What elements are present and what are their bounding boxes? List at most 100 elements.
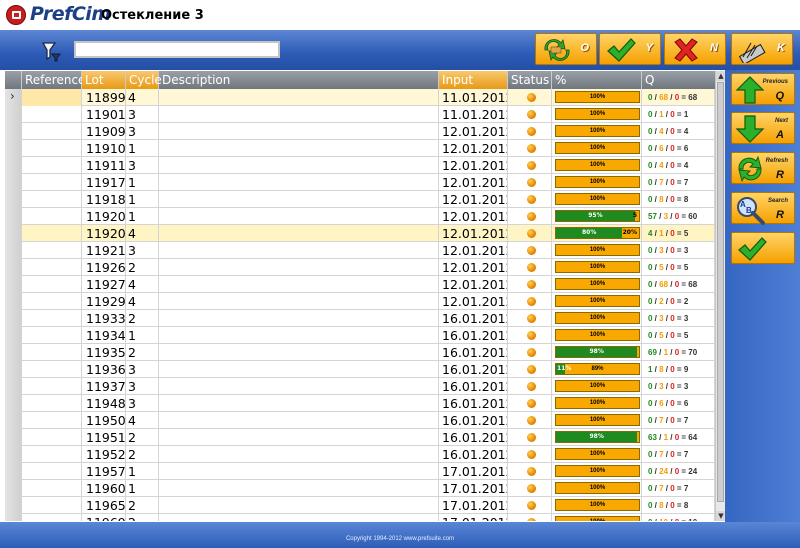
row-selector[interactable] xyxy=(5,191,22,208)
progress-label: 100% xyxy=(589,451,606,457)
table-row[interactable]: 11926 2 12.01.2012 100% 0 / 5 / 0 = 5 xyxy=(5,259,715,276)
table-row[interactable]: 11934 1 16.01.2012 100% 0 / 5 / 0 = 5 xyxy=(5,327,715,344)
table-row[interactable]: 11933 2 16.01.2012 100% 0 / 3 / 0 = 3 xyxy=(5,310,715,327)
cell-percent: 100% xyxy=(552,310,642,327)
q-total-count: 5 xyxy=(683,263,689,272)
row-selector[interactable] xyxy=(5,174,22,191)
cell-lot: 11936 xyxy=(82,361,126,378)
table-row[interactable]: 11965 2 17.01.2012 100% 0 / 8 / 0 = 8 xyxy=(5,497,715,514)
progress-label: 100% xyxy=(589,298,606,304)
cell-input-date: 12.01.2012 xyxy=(439,208,508,225)
table-row[interactable]: 11920 1 12.01.2012 95% 5 57 / 3 / 0 = 60 xyxy=(5,208,715,225)
column-header-q[interactable]: Q xyxy=(642,71,725,89)
column-header-lot[interactable]: Lot xyxy=(82,71,126,89)
column-header-percent[interactable]: % xyxy=(552,71,642,89)
status-dot-icon xyxy=(527,450,536,459)
table-row[interactable]: 119692 17.01.2012 100%0 / 10 / 0 = 10 xyxy=(5,514,715,521)
next-key: A xyxy=(776,129,784,141)
refresh-arrows-button[interactable]: O xyxy=(535,33,597,65)
q-equals: = xyxy=(674,127,684,136)
table-row[interactable]: 11960 1 17.01.2012 100% 0 / 7 / 0 = 7 xyxy=(5,480,715,497)
previous-label: Previous xyxy=(762,79,788,85)
cancel-button[interactable]: N xyxy=(664,33,726,65)
table-row[interactable]: 11935 2 16.01.2012 98% 69 / 1 / 0 = 70 xyxy=(5,344,715,361)
table-row[interactable]: 11952 2 16.01.2012 100% 0 / 7 / 0 = 7 xyxy=(5,446,715,463)
column-header-cycle[interactable]: Cycle xyxy=(126,71,162,89)
row-selector[interactable] xyxy=(5,310,22,327)
vertical-scrollbar[interactable]: ▲ ▼ xyxy=(715,71,726,521)
cell-reference xyxy=(22,293,82,310)
table-row[interactable]: 11927 4 12.01.2012 100% 0 / 68 / 0 = 68 xyxy=(5,276,715,293)
table-row[interactable]: 11911 3 12.01.2012 100% 0 / 4 / 0 = 4 xyxy=(5,157,715,174)
table-row[interactable]: 11950 4 16.01.2012 100% 0 / 7 / 0 = 7 xyxy=(5,412,715,429)
q-equals: = xyxy=(679,433,689,442)
row-selector[interactable] xyxy=(5,378,22,395)
row-selector[interactable] xyxy=(5,463,22,480)
status-dot-icon xyxy=(527,382,536,391)
cell-status xyxy=(508,191,552,208)
cell-description xyxy=(159,446,439,463)
row-selector[interactable] xyxy=(5,412,22,429)
progress-label: 100% xyxy=(589,196,606,202)
column-header-status[interactable]: Status xyxy=(508,71,552,89)
row-selector[interactable] xyxy=(5,361,22,378)
edit-button[interactable]: K xyxy=(731,33,793,65)
table-row[interactable]: 11929 4 12.01.2012 100% 0 / 2 / 0 = 2 xyxy=(5,293,715,310)
row-selector[interactable] xyxy=(5,497,22,514)
row-selector[interactable] xyxy=(5,395,22,412)
scroll-thumb[interactable] xyxy=(717,82,724,502)
table-row[interactable]: 11918 1 12.01.2012 100% 0 / 8 / 0 = 8 xyxy=(5,191,715,208)
row-selector[interactable] xyxy=(5,276,22,293)
row-selector[interactable] xyxy=(5,140,22,157)
table-row[interactable]: 11951 2 16.01.2012 98% 63 / 1 / 0 = 64 xyxy=(5,429,715,446)
table-row[interactable]: 11917 1 12.01.2012 100% 0 / 7 / 0 = 7 xyxy=(5,174,715,191)
filter-funnel-icon[interactable] xyxy=(40,40,64,62)
column-header-input[interactable]: Input xyxy=(439,71,508,89)
next-button[interactable]: Next A xyxy=(731,112,795,144)
search-button[interactable]: A B Search R xyxy=(731,192,795,225)
row-selector[interactable] xyxy=(5,293,22,310)
accept-button[interactable] xyxy=(731,232,795,264)
cell-lot: 11921 xyxy=(82,242,126,259)
table-row[interactable]: 11948 3 16.01.2012 100% 0 / 6 / 0 = 6 xyxy=(5,395,715,412)
row-selector[interactable] xyxy=(5,242,22,259)
table-row[interactable]: 11921 3 12.01.2012 100% 0 / 3 / 0 = 3 xyxy=(5,242,715,259)
progress-bar: 100% xyxy=(555,448,640,460)
row-selector[interactable] xyxy=(5,106,22,123)
row-selector[interactable] xyxy=(5,225,22,242)
cell-percent: 89% 11% xyxy=(552,361,642,378)
confirm-button[interactable]: Y xyxy=(599,33,661,65)
table-row[interactable]: 11901 3 11.01.2012 100% 0 / 1 / 0 = 1 xyxy=(5,106,715,123)
progress-label: 100% xyxy=(589,468,606,474)
table-row[interactable]: 11910 1 12.01.2012 100% 0 / 6 / 0 = 6 xyxy=(5,140,715,157)
row-selector[interactable] xyxy=(5,123,22,140)
cell-q: 0 / 7 / 0 = 7 xyxy=(642,174,715,191)
column-header-description[interactable]: Description xyxy=(159,71,439,89)
row-selector[interactable] xyxy=(5,446,22,463)
table-row[interactable]: 11937 3 16.01.2012 100% 0 / 3 / 0 = 3 xyxy=(5,378,715,395)
table-row[interactable]: 11909 3 12.01.2012 100% 0 / 4 / 0 = 4 xyxy=(5,123,715,140)
column-header-reference[interactable]: Reference xyxy=(22,71,85,89)
progress-bar: 98% xyxy=(555,346,640,358)
filter-input[interactable] xyxy=(74,41,280,58)
row-selector[interactable] xyxy=(5,208,22,225)
previous-button[interactable]: Previous Q xyxy=(731,73,795,105)
row-selector[interactable] xyxy=(5,480,22,497)
table-row[interactable]: 11957 1 17.01.2012 100% 0 / 24 / 0 = 24 xyxy=(5,463,715,480)
row-selector[interactable] xyxy=(5,344,22,361)
cell-input-date: 17.01.2012 xyxy=(439,480,508,497)
q-equals: = xyxy=(674,263,684,272)
table-row[interactable]: 11936 3 16.01.2012 89% 11% 1 / 8 / 0 = 9 xyxy=(5,361,715,378)
row-selector[interactable] xyxy=(5,89,22,106)
cell-status xyxy=(508,259,552,276)
row-selector[interactable] xyxy=(5,429,22,446)
refresh-button[interactable]: Refresh R xyxy=(731,152,795,184)
cell-percent: 100% xyxy=(552,259,642,276)
row-selector[interactable] xyxy=(5,514,22,521)
table-row[interactable]: 11920 4 12.01.2012 80% 20% 4 / 1 / 0 = 5 xyxy=(5,225,715,242)
row-selector[interactable] xyxy=(5,327,22,344)
table-row[interactable]: 118994 11.01.2012 100% 0 / 68 / 0 = 68 xyxy=(5,89,715,106)
row-selector[interactable] xyxy=(5,157,22,174)
cell-cycle: 2 xyxy=(126,310,159,327)
row-selector[interactable] xyxy=(5,259,22,276)
